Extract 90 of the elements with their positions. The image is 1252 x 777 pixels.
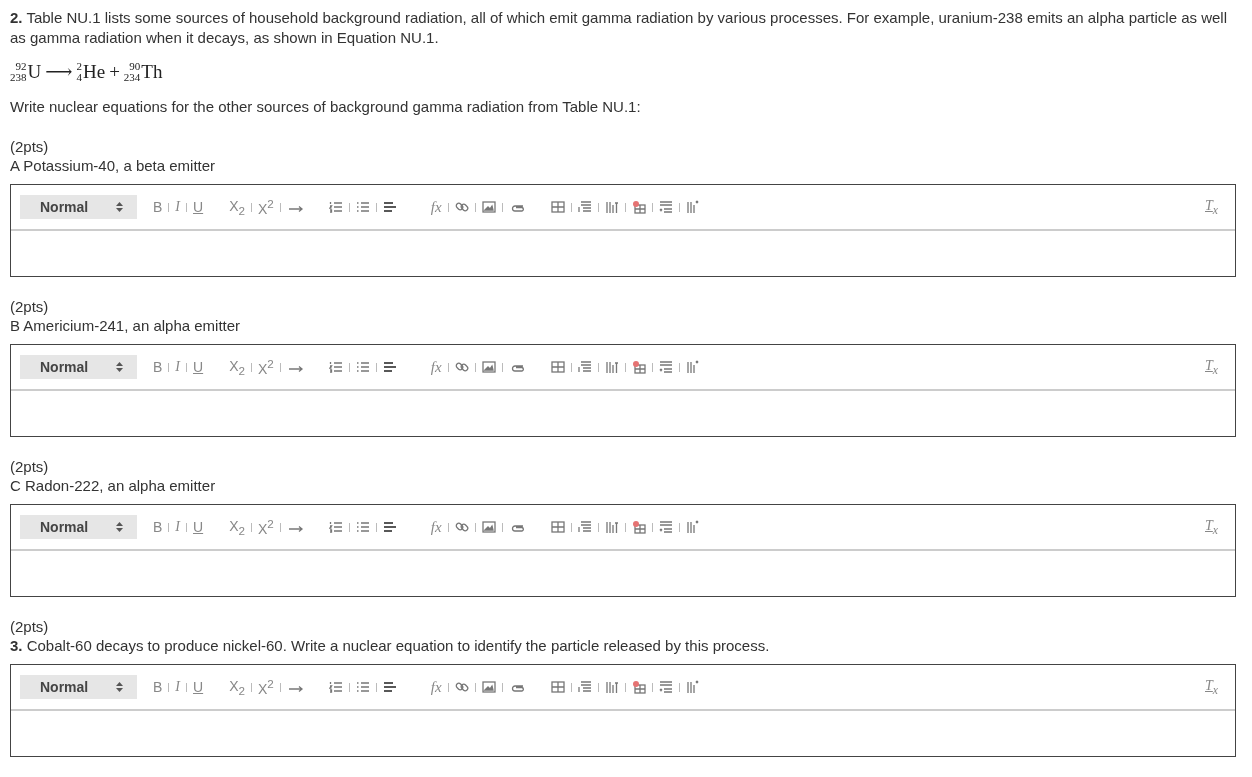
ordered-list-icon[interactable] [328,680,343,694]
image-icon[interactable] [481,520,496,534]
link-icon[interactable] [454,680,469,694]
points-label: (2pts) [10,617,50,636]
bold-button[interactable]: B [153,679,163,695]
delete-table-icon[interactable] [631,680,646,694]
delete-column-icon[interactable] [685,200,700,214]
clear-format-button[interactable]: T$_{x}$ [1205,517,1218,537]
superscript-button[interactable]: X$^{2}$ [257,197,274,217]
bold-button[interactable]: B [153,199,163,215]
formula-button[interactable]: fx [430,518,442,536]
table-icon[interactable] [550,360,565,374]
insert-column-icon[interactable] [604,520,619,534]
delete-row-icon[interactable] [658,680,673,694]
align-icon[interactable] [382,200,397,214]
image-icon[interactable] [481,680,496,694]
underline-button[interactable]: U [193,519,204,535]
bullet-list-icon[interactable] [355,360,370,374]
insert-row-icon[interactable] [577,680,592,694]
subscript-button[interactable]: X$_{2}$ [229,357,245,377]
image-icon[interactable] [481,360,496,374]
clear-format-button[interactable]: T$_{x}$ [1205,197,1218,217]
instruction-text: Write nuclear equations for the other sources of background gamma radiation from Table NU.1: [10,97,642,117]
underline-button[interactable]: U [193,199,204,215]
delete-table-icon[interactable] [631,360,646,374]
question-prompt: 3. Cobalt-60 decays to produce nickel-60. Write a nuclear equation to identify the particle released by this process. [10,636,771,655]
link-icon[interactable] [454,520,469,534]
insert-row-icon[interactable] [577,520,592,534]
format-dropdown[interactable]: Normal [20,675,137,699]
align-icon[interactable] [382,360,397,374]
bullet-list-icon[interactable] [355,200,370,214]
points-label: (2pts) [10,457,50,476]
underline-button[interactable]: U [193,359,204,375]
insert-column-icon[interactable] [604,360,619,374]
italic-button[interactable]: I [175,359,180,375]
subscript-button[interactable]: X$_{2}$ [229,677,245,697]
image-icon[interactable] [481,200,496,214]
clear-format-button[interactable]: T$_{x}$ [1205,677,1218,697]
superscript-button[interactable]: X$^{2}$ [257,517,274,537]
format-dropdown[interactable]: Normal [20,515,137,539]
delete-table-icon[interactable] [631,520,646,534]
subscript-button[interactable]: X$_{2}$ [229,517,245,537]
sort-caret-icon [116,682,123,692]
italic-button[interactable]: I [175,679,180,695]
link-icon[interactable] [454,200,469,214]
delete-row-icon[interactable] [658,520,673,534]
points-label: (2pts) [10,297,50,316]
ordered-list-icon[interactable] [328,520,343,534]
delete-column-icon[interactable] [685,680,700,694]
ordered-list-icon[interactable] [328,200,343,214]
align-icon[interactable] [382,520,397,534]
delete-column-icon[interactable] [685,360,700,374]
superscript-button[interactable]: X$^{2}$ [257,357,274,377]
bullet-list-icon[interactable] [355,680,370,694]
insert-row-icon[interactable] [577,200,592,214]
formula-button[interactable]: fx [430,678,442,696]
bold-button[interactable]: B [153,519,163,535]
question-prompt: C Radon-222, an alpha emitter [10,476,217,495]
formula-button[interactable]: fx [430,358,442,376]
superscript-button[interactable]: X$^{2}$ [257,677,274,697]
subscript-button[interactable]: X$_{2}$ [229,197,245,217]
format-dropdown[interactable]: Normal [20,195,137,219]
ordered-list-icon[interactable] [328,360,343,374]
table-icon[interactable] [550,200,565,214]
format-dropdown[interactable]: Normal [20,355,137,379]
bullet-list-icon[interactable] [355,520,370,534]
italic-button[interactable]: I [175,519,180,535]
points-label: (2pts) [10,137,50,156]
underline-button[interactable]: U [193,679,204,695]
italic-button[interactable]: I [175,199,180,215]
delete-row-icon[interactable] [658,360,673,374]
question-text: 2. Table NU.1 lists some sources of household background radiation, all of which emit gamma radiation by various processes. For example, uranium-238 emits an alpha particle as well as gamma radiation when it decays, as shown in Equation NU.1. [10,8,1228,48]
delete-table-icon[interactable] [631,200,646,214]
insert-column-icon[interactable] [604,680,619,694]
question-prompt: A Potassium-40, a beta emitter [10,156,217,175]
sort-caret-icon [116,522,123,532]
insert-column-icon[interactable] [604,200,619,214]
bold-button[interactable]: B [153,359,163,375]
insert-row-icon[interactable] [577,360,592,374]
link-icon[interactable] [454,360,469,374]
align-icon[interactable] [382,680,397,694]
clear-format-button[interactable]: T$_{x}$ [1205,357,1218,377]
formula-button[interactable]: fx [430,198,442,216]
table-icon[interactable] [550,680,565,694]
delete-column-icon[interactable] [685,520,700,534]
delete-row-icon[interactable] [658,200,673,214]
sort-caret-icon [116,362,123,372]
table-icon[interactable] [550,520,565,534]
question-prompt: B Americium-241, an alpha emitter [10,316,242,335]
sort-caret-icon [116,202,123,212]
